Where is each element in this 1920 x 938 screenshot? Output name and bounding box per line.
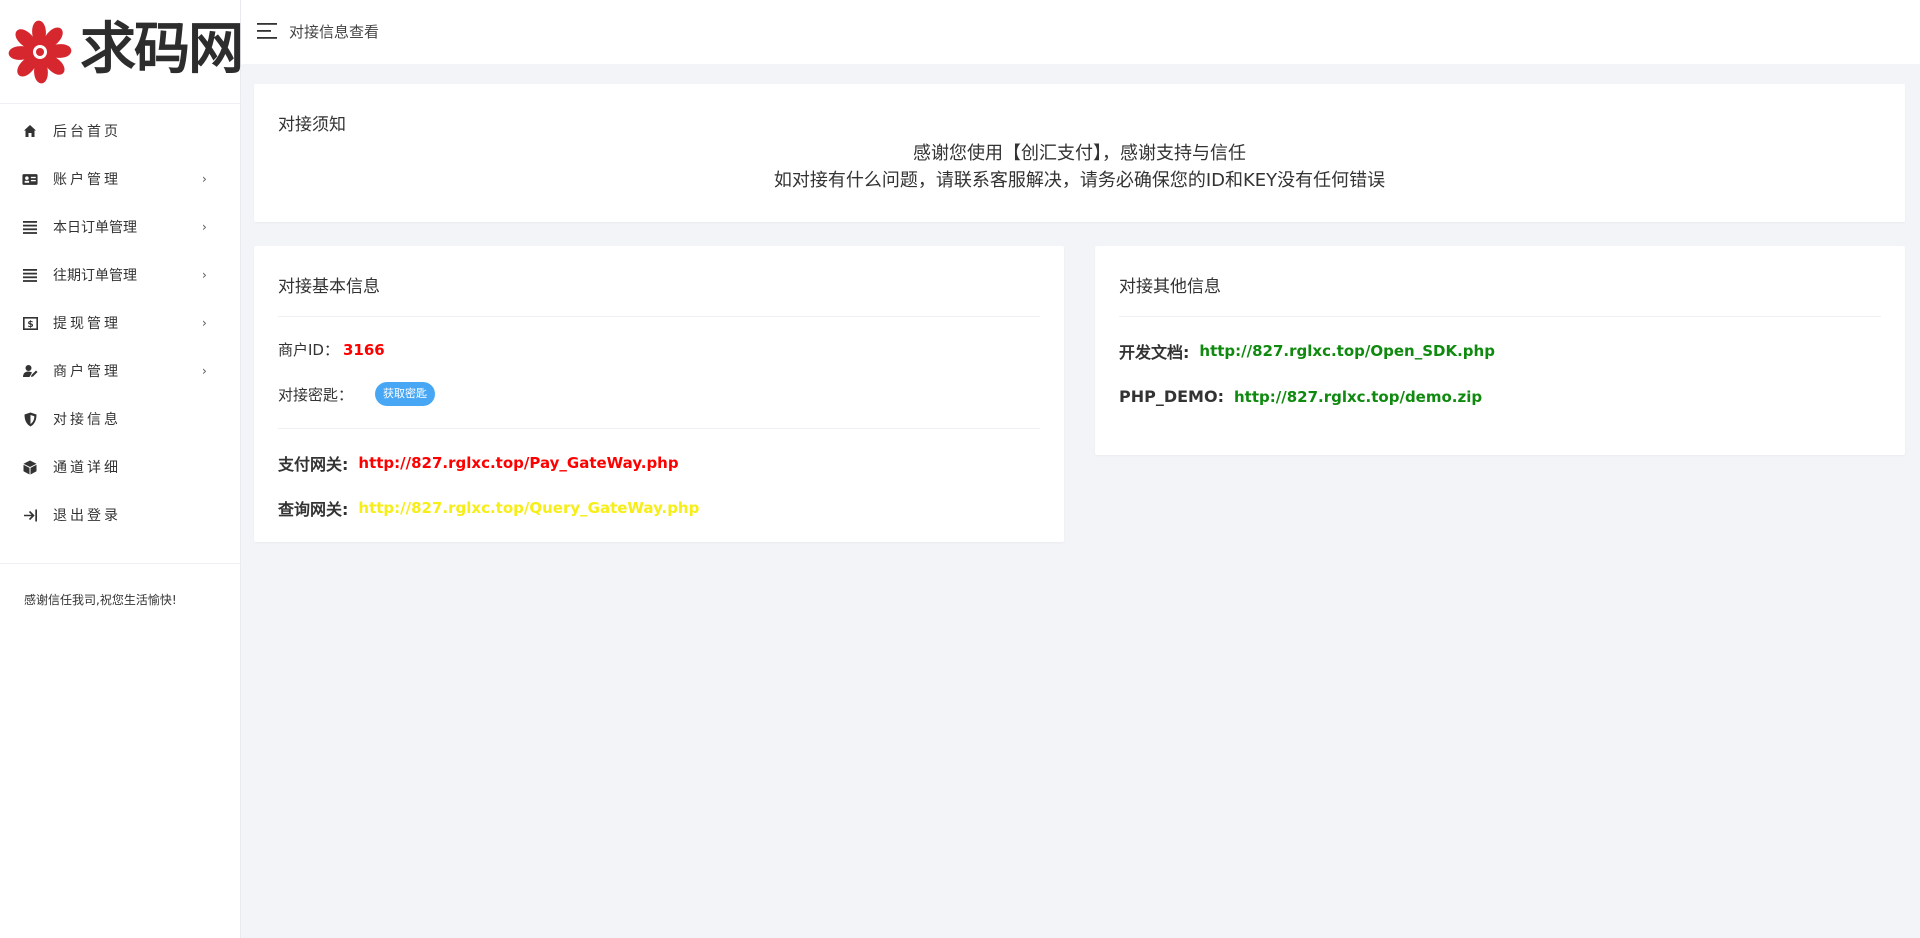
basic-info-card: 对接基本信息 商户ID： 3166 对接密匙： 获取密匙 支付网关: http:… [254,246,1064,542]
merchant-id-label: 商户ID： [278,341,339,359]
chevron-right-icon: › [202,316,207,330]
demo-row: PHP_DEMO: http://827.rglxc.top/demo.zip [1119,387,1482,406]
sidebar-item-today-orders[interactable]: 本日订单管理 › [0,203,241,251]
get-key-button[interactable]: 获取密匙 [375,382,436,406]
pay-gateway-link[interactable]: http://827.rglxc.top/Pay_GateWay.php [358,454,678,472]
topbar: 对接信息查看 [241,0,1920,64]
home-icon [22,123,38,139]
docs-row: 开发文档: http://827.rglxc.top/Open_SDK.php [1119,339,1495,363]
money-icon: $ [22,315,38,331]
shield-icon [22,411,38,427]
notice-line-2: 如对接有什么问题，请联系客服解决，请务必确保您的ID和KEY没有任何错误 [773,170,1386,191]
merchant-id-value: 3166 [342,340,385,359]
sidebar-item-label: 后台首页 [53,124,121,140]
key-label: 对接密匙： [278,385,354,404]
query-gateway-link[interactable]: http://827.rglxc.top/Query_GateWay.php [358,499,699,517]
divider [278,316,1040,317]
chevron-right-icon: › [202,172,207,186]
list-icon [22,267,38,283]
sidebar-item-label: 提现管理 [53,316,121,332]
sidebar-item-merchant[interactable]: 商户管理 › [0,347,241,395]
id-card-icon [22,171,38,187]
notice-body: 感谢您使用【创汇支付】，感谢支持与信任 如对接有什么问题，请联系客服解决，请务必… [254,140,1905,194]
sidebar-nav: 后台首页 账户管理 › 本日订单管理 › 往期订单管理 › $ 提现管理 › 商… [0,107,241,539]
pay-gateway-row: 支付网关: http://827.rglxc.top/Pay_GateWay.p… [278,451,679,475]
sidebar-item-integration[interactable]: 对接信息 [0,395,241,443]
other-info-title: 对接其他信息 [1119,277,1221,297]
divider [1119,316,1881,317]
chevron-right-icon: › [202,268,207,282]
sidebar-item-label: 本日订单管理 [53,220,137,236]
logo-text: 求码网 [80,16,244,82]
sidebar: 求码网 后台首页 账户管理 › 本日订单管理 › 往期订单管理 › $ 提现管理… [0,0,244,938]
query-gateway-label: 查询网关: [278,500,349,519]
logo[interactable]: 求码网 [0,0,244,104]
logout-icon [22,507,38,523]
sidebar-item-label: 退出登录 [53,508,121,524]
key-row: 对接密匙： 获取密匙 [278,382,436,406]
pay-gateway-label: 支付网关: [278,455,349,474]
docs-label: 开发文档: [1119,343,1190,362]
sidebar-item-account[interactable]: 账户管理 › [0,155,241,203]
query-gateway-row: 查询网关: http://827.rglxc.top/Query_GateWay… [278,496,699,520]
basic-info-title: 对接基本信息 [278,277,380,297]
hamburger-icon[interactable] [257,22,279,40]
sidebar-item-past-orders[interactable]: 往期订单管理 › [0,251,241,299]
sidebar-item-home[interactable]: 后台首页 [0,107,241,155]
sidebar-item-withdraw[interactable]: $ 提现管理 › [0,299,241,347]
user-edit-icon [22,363,38,379]
merchant-id-row: 商户ID： 3166 [278,339,385,360]
demo-label: PHP_DEMO: [1119,387,1224,406]
chevron-right-icon: › [202,220,207,234]
sidebar-item-label: 账户管理 [53,172,121,188]
notice-card: 对接须知 感谢您使用【创汇支付】，感谢支持与信任 如对接有什么问题，请联系客服解… [254,84,1905,222]
demo-link[interactable]: http://827.rglxc.top/demo.zip [1234,388,1482,406]
sidebar-item-channels[interactable]: 通道详细 [0,443,241,491]
sidebar-item-logout[interactable]: 退出登录 [0,491,241,539]
sidebar-item-label: 通道详细 [53,460,121,476]
sidebar-item-label: 商户管理 [53,364,121,380]
sidebar-divider [0,563,241,564]
docs-link[interactable]: http://827.rglxc.top/Open_SDK.php [1199,342,1495,360]
other-info-card: 对接其他信息 开发文档: http://827.rglxc.top/Open_S… [1095,246,1905,455]
notice-title: 对接须知 [278,115,346,135]
page-title: 对接信息查看 [289,23,380,41]
cube-icon [22,459,38,475]
sidebar-footer-text: 感谢信任我司,祝您生活愉快! [24,593,177,607]
sidebar-item-label: 往期订单管理 [53,268,137,284]
sidebar-item-label: 对接信息 [53,412,121,428]
notice-line-1: 感谢您使用【创汇支付】，感谢支持与信任 [913,143,1246,164]
logo-flower-icon [8,20,72,84]
svg-text:$: $ [27,320,33,330]
divider [278,428,1040,429]
chevron-right-icon: › [202,364,207,378]
list-icon [22,219,38,235]
